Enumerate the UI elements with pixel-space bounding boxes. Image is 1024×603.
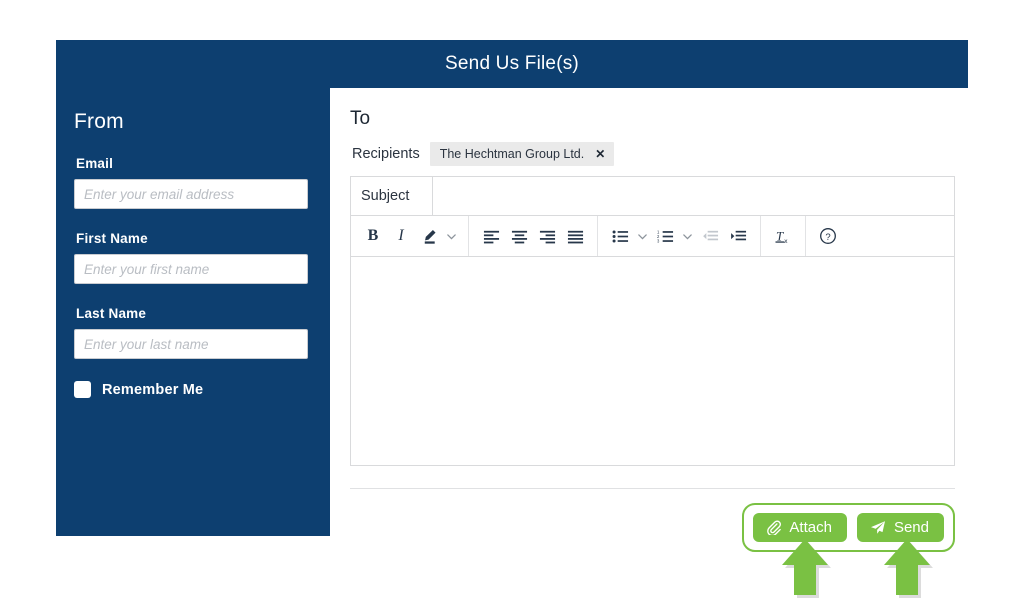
remember-me-row[interactable]: Remember Me <box>74 381 310 398</box>
bulleted-list-icon[interactable] <box>606 223 634 249</box>
recipients-label: Recipients <box>352 146 420 162</box>
bold-icon[interactable]: B <box>359 223 387 249</box>
editor-toolbar: B I 1 2 3 T x ? <box>350 216 955 257</box>
toolbar-group-text-style: B I <box>351 216 469 256</box>
align-center-icon[interactable] <box>505 223 533 249</box>
last-name-label: Last Name <box>76 306 147 321</box>
align-justify-icon[interactable] <box>561 223 589 249</box>
italic-icon[interactable]: I <box>387 223 415 249</box>
chevron-down-icon[interactable] <box>443 223 460 249</box>
from-sidebar: From Email First Name Last Name Remember… <box>56 88 330 536</box>
toolbar-group-lists: 1 2 3 <box>598 216 761 256</box>
recipients-row: Recipients The Hechtman Group Ltd. ✕ <box>350 142 955 166</box>
svg-text:3: 3 <box>657 238 660 243</box>
svg-text:x: x <box>784 238 788 245</box>
align-left-icon[interactable] <box>477 223 505 249</box>
recipient-chip[interactable]: The Hechtman Group Ltd. ✕ <box>429 142 615 166</box>
from-heading: From <box>74 110 124 133</box>
remember-me-checkbox[interactable] <box>74 381 91 398</box>
dialog-titlebar: Send Us File(s) <box>56 40 968 88</box>
actions-row: Attach Send <box>350 489 955 552</box>
subject-row: Subject <box>350 176 955 216</box>
numbered-list-icon[interactable]: 1 2 3 <box>651 223 679 249</box>
recipient-chip-label: The Hechtman Group Ltd. <box>439 147 585 161</box>
message-body-editor[interactable] <box>350 257 955 466</box>
align-right-icon[interactable] <box>533 223 561 249</box>
subject-label: Subject <box>351 177 433 215</box>
send-files-dialog: Send Us File(s) From Email First Name La… <box>56 40 968 552</box>
text-color-pen-icon[interactable] <box>415 223 443 249</box>
close-icon[interactable]: ✕ <box>595 148 605 160</box>
to-heading: To <box>350 108 371 129</box>
outdent-icon[interactable] <box>696 223 724 249</box>
remember-me-label: Remember Me <box>102 381 204 398</box>
clear-formatting-icon[interactable]: T x <box>769 223 797 249</box>
send-button-label: Send <box>893 519 929 536</box>
attach-button-label: Attach <box>789 519 832 536</box>
toolbar-group-help: ? <box>806 216 850 256</box>
chevron-down-icon[interactable] <box>634 223 651 249</box>
last-name-field[interactable] <box>74 329 308 359</box>
first-name-field[interactable] <box>74 254 308 284</box>
arrow-pointing-at-send <box>884 539 936 601</box>
attach-button[interactable]: Attach <box>753 513 847 542</box>
compose-pane: To Recipients The Hechtman Group Ltd. ✕ … <box>330 88 968 552</box>
arrow-pointing-at-attach <box>782 539 834 601</box>
send-button[interactable]: Send <box>856 513 944 542</box>
svg-text:T: T <box>776 228 784 243</box>
page-title: Send Us File(s) <box>445 53 579 74</box>
email-field[interactable] <box>74 179 308 209</box>
toolbar-group-clear: T x <box>761 216 806 256</box>
subject-input[interactable] <box>433 177 954 215</box>
toolbar-group-alignment <box>469 216 598 256</box>
dialog-body: From Email First Name Last Name Remember… <box>56 88 968 552</box>
paperclip-icon <box>766 520 782 535</box>
paper-plane-icon <box>870 520 886 535</box>
help-circle-icon[interactable]: ? <box>814 223 842 249</box>
svg-text:?: ? <box>825 232 830 243</box>
email-label: Email <box>76 156 114 171</box>
first-name-label: First Name <box>76 231 148 246</box>
chevron-down-icon[interactable] <box>679 223 696 249</box>
indent-icon[interactable] <box>724 223 752 249</box>
